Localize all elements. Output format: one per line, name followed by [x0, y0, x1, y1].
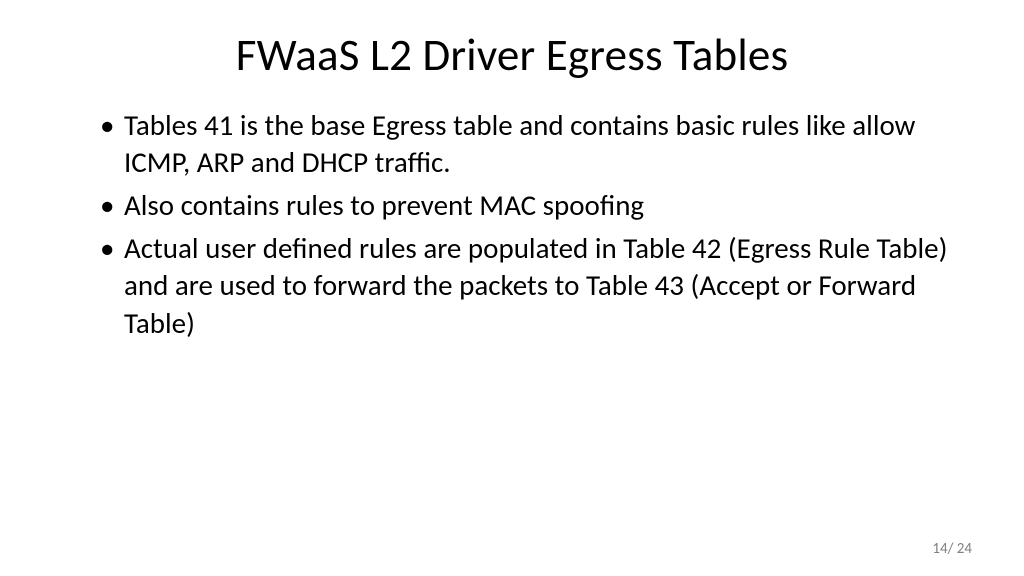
list-item: Actual user defined rules are populated …: [100, 230, 954, 341]
page-number: 14/ 24: [932, 540, 972, 558]
bullet-list: Tables 41 is the base Egress table and c…: [100, 107, 954, 342]
list-item: Also contains rules to prevent MAC spoof…: [100, 187, 954, 224]
slide-content: Tables 41 is the base Egress table and c…: [60, 107, 964, 342]
list-item: Tables 41 is the base Egress table and c…: [100, 107, 954, 181]
slide-title: FWaaS L2 Driver Egress Tables: [60, 28, 964, 83]
slide: FWaaS L2 Driver Egress Tables Tables 41 …: [0, 0, 1024, 576]
